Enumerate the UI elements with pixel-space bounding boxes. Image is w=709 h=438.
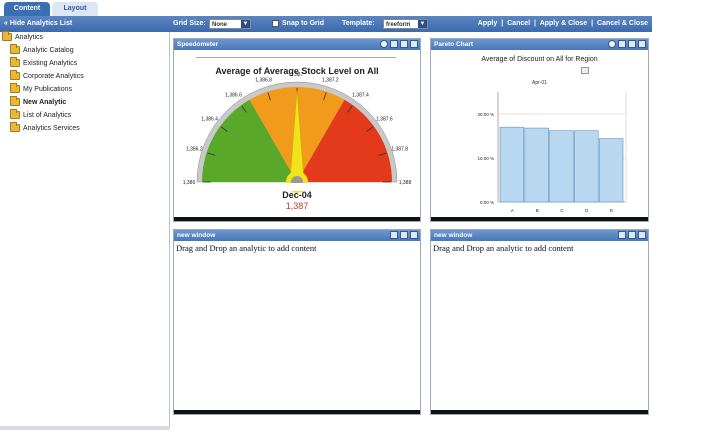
- apply-button[interactable]: Apply: [478, 20, 497, 27]
- chevron-down-icon: ▼: [418, 20, 427, 28]
- separator: |: [534, 20, 537, 27]
- panel-footer: [174, 217, 420, 221]
- template-value: freeform: [386, 22, 411, 28]
- x-tick-label: D: [585, 208, 589, 213]
- folder-icon: [2, 31, 12, 42]
- panel-controls: [388, 231, 418, 240]
- tree-item-existing-analytics[interactable]: Existing Analytics: [10, 57, 78, 70]
- speedometer-panel: Speedometer Average of Average Stock Lev…: [173, 38, 421, 222]
- gauge-tick-label: 1,386.2: [186, 147, 203, 153]
- y-tick-label: 20.00 %: [477, 112, 494, 117]
- folder-icon: [10, 70, 20, 81]
- gauge-tick-label: 1,386.4: [201, 117, 218, 123]
- x-tick-label: A: [511, 208, 514, 213]
- panel-title: new window: [177, 232, 216, 239]
- grid-size-value: None: [212, 22, 227, 28]
- gauge-tick-label: 1,386.6: [225, 93, 242, 99]
- tree-root-label: Analytics: [15, 34, 44, 41]
- panel-header[interactable]: new window: [431, 230, 648, 241]
- tab-layout[interactable]: Layout: [52, 2, 98, 16]
- folder-icon: [10, 57, 20, 68]
- tab-strip: Content Layout: [0, 0, 709, 16]
- bar: [574, 130, 599, 203]
- x-tick-label: B: [536, 208, 539, 213]
- tree-item-label: Analytics Services: [23, 125, 80, 132]
- bar: [598, 138, 624, 203]
- folder-icon: [10, 109, 20, 120]
- tree-item-label: New Analytic: [23, 99, 67, 106]
- drop-zone-message: Drag and Drop an analytic to add content: [433, 243, 574, 253]
- tree-item-analytic-catalog[interactable]: Analytic Catalog: [10, 44, 74, 57]
- cancel-button[interactable]: Cancel: [507, 20, 530, 27]
- gauge-tick-label: 1,387.2: [322, 77, 339, 83]
- template-select[interactable]: freeform ▼: [383, 19, 428, 29]
- new-window-panel-1: new window Drag and Drop an analytic to …: [173, 229, 421, 415]
- gauge-date: Dec-04: [282, 190, 312, 200]
- bar: [549, 130, 574, 203]
- close-icon[interactable]: [638, 231, 646, 239]
- pareto-panel: Pareto Chart Average of Discount on All …: [430, 38, 649, 222]
- bar: [524, 127, 549, 203]
- gauge-value: 1,387: [285, 201, 309, 211]
- toolbar: « Hide Analytics List Grid Size: None ▼ …: [0, 16, 652, 32]
- bar: [499, 126, 525, 203]
- y-tick-label: 0.00 %: [480, 200, 494, 205]
- folder-icon: [10, 83, 20, 94]
- gauge-tick-label: 1,387: [291, 72, 304, 78]
- new-window-panel-2: new window Drag and Drop an analytic to …: [430, 229, 649, 415]
- tree-item-label: Existing Analytics: [23, 60, 78, 67]
- x-tick-label: E: [610, 208, 613, 213]
- tree-item-corporate-analytics[interactable]: Corporate Analytics: [10, 70, 84, 83]
- pareto-chart: 0.00 % 10.00 % 20.00 % A B C D E: [477, 92, 627, 213]
- grid-size-label: Grid Size:: [173, 20, 206, 27]
- panel-title: new window: [434, 232, 473, 239]
- tree-item-label: List of Analytics: [23, 112, 72, 119]
- panel-footer: [431, 410, 648, 414]
- template-label: Template:: [342, 20, 375, 27]
- panel-controls: [616, 231, 646, 240]
- tree-item-analytics-services[interactable]: Analytics Services: [10, 122, 80, 135]
- gauge-tick-label: 1,386.8: [255, 77, 272, 83]
- minimize-icon[interactable]: [390, 231, 398, 239]
- folder-icon: [10, 122, 20, 133]
- tree-item-label: Analytic Catalog: [23, 47, 74, 54]
- cancel-close-button[interactable]: Cancel & Close: [597, 20, 648, 27]
- maximize-icon[interactable]: [400, 231, 408, 239]
- folder-icon: [10, 96, 20, 107]
- gauge-tick-label: 1,387.4: [352, 93, 369, 99]
- panel-header[interactable]: new window: [174, 230, 420, 241]
- gauge-tick-label: 1,386: [183, 180, 196, 186]
- panel-footer: [174, 410, 420, 414]
- tree-item-new-analytic[interactable]: New Analytic: [10, 96, 67, 109]
- tree-item-label: My Publications: [23, 86, 73, 93]
- x-tick-label: C: [560, 208, 564, 213]
- maximize-icon[interactable]: [628, 231, 636, 239]
- tree-item-my-publications[interactable]: My Publications: [10, 83, 73, 96]
- tree-footer: [0, 426, 170, 430]
- snap-to-grid-checkbox[interactable]: [272, 20, 279, 27]
- minimize-icon[interactable]: [618, 231, 626, 239]
- grid-size-select[interactable]: None ▼: [209, 19, 251, 29]
- hide-analytics-list-link[interactable]: « Hide Analytics List: [4, 16, 72, 32]
- folder-icon: [10, 44, 20, 55]
- separator: |: [591, 20, 594, 27]
- tree-item-list-of-analytics[interactable]: List of Analytics: [10, 109, 72, 122]
- snap-to-grid-label: Snap to Grid: [282, 20, 324, 27]
- chevron-down-icon: ▼: [241, 20, 250, 28]
- drop-zone-message: Drag and Drop an analytic to add content: [176, 243, 317, 253]
- gauge-tick-label: 1,387.6: [376, 117, 393, 123]
- tree-item-label: Corporate Analytics: [23, 73, 84, 80]
- tab-content[interactable]: Content: [4, 2, 50, 16]
- gauge-tick-label: 1,387.8: [391, 147, 408, 153]
- toolbar-actions: Apply | Cancel | Apply & Close | Cancel …: [478, 16, 648, 32]
- tree-root[interactable]: Analytics: [2, 31, 44, 44]
- panel-footer: [431, 217, 648, 221]
- separator: |: [501, 20, 504, 27]
- y-tick-label: 10.00 %: [477, 156, 494, 161]
- analytics-page: Content Layout « Hide Analytics List Gri…: [0, 0, 709, 438]
- analytics-tree: Analytics Analytic Catalog Existing Anal…: [0, 31, 170, 430]
- gauge-tick-label: 1,388: [399, 180, 412, 186]
- close-icon[interactable]: [410, 231, 418, 239]
- apply-close-button[interactable]: Apply & Close: [540, 20, 587, 27]
